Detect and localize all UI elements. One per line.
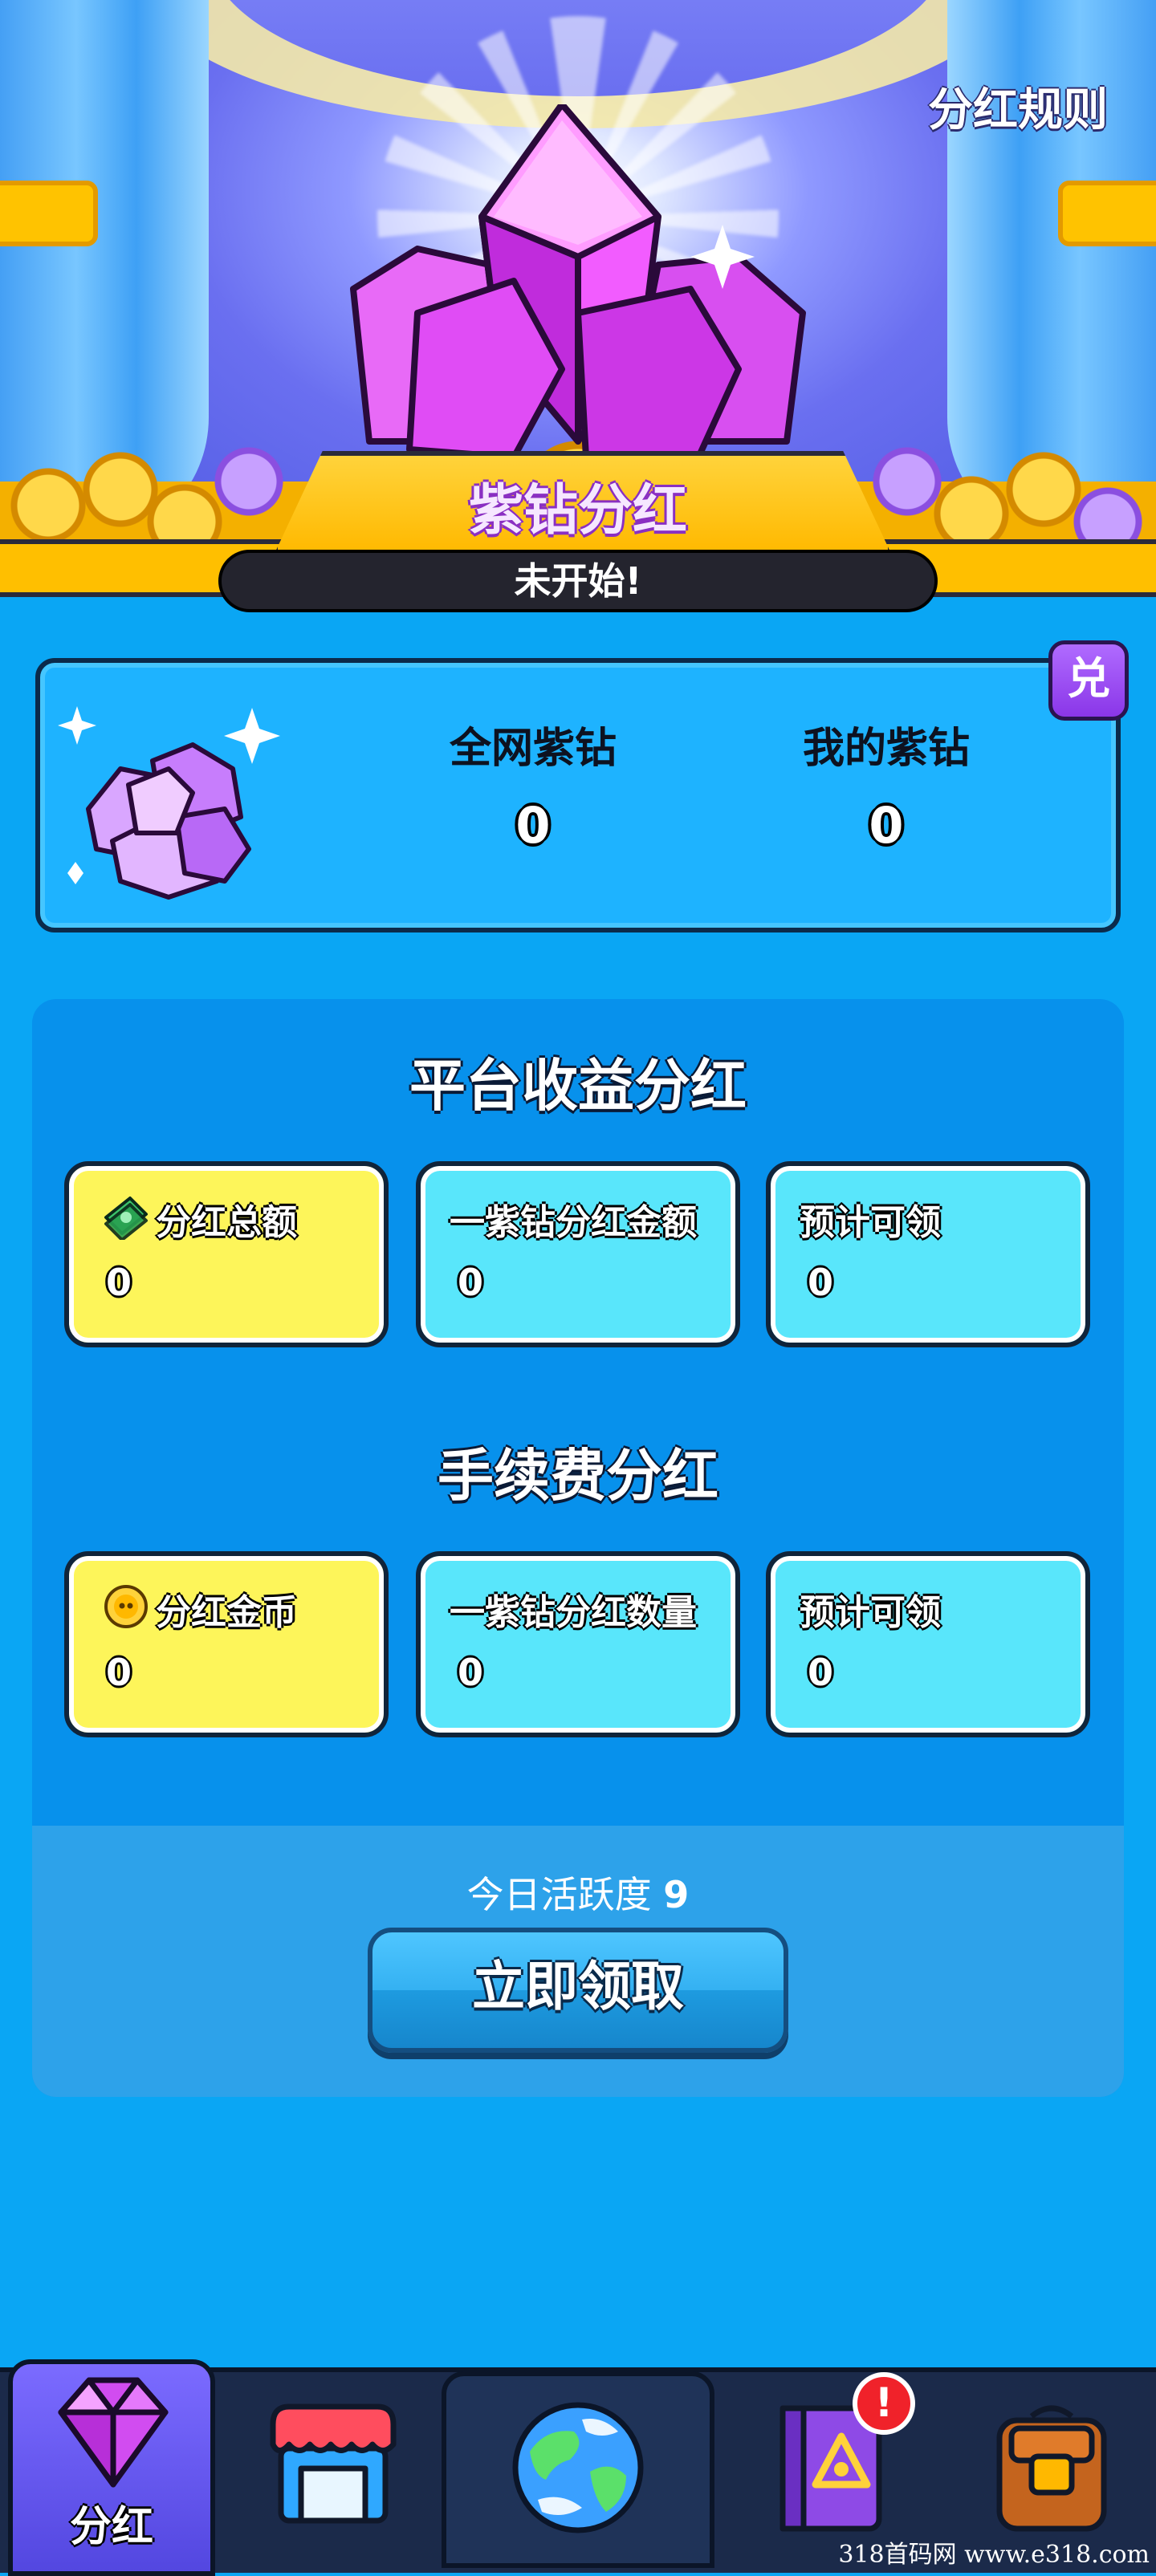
dividend-coins-label: 分红金币: [156, 1592, 297, 1633]
shop-icon: [270, 2403, 397, 2524]
page-title: 紫钻分红: [468, 479, 687, 542]
network-gems-value: 0: [515, 796, 551, 855]
nav-label-dividend: 分红: [69, 2503, 153, 2551]
gem-cluster-icon: [58, 706, 280, 900]
total-dividend-label: 分红总额: [156, 1202, 297, 1243]
daily-activity-label: 今日活跃度: [466, 1873, 652, 1916]
globe-icon: [512, 2402, 644, 2533]
my-gems-label: 我的紫钻: [802, 725, 970, 773]
platform-estimated-tile: 预计可领 0: [766, 1161, 1090, 1347]
platform-dividend-title: 平台收益分红: [409, 1053, 747, 1119]
fee-estimated-label: 预计可领: [800, 1592, 941, 1633]
per-gem-quantity-value: 0: [458, 1651, 484, 1694]
total-dividend-value: 0: [106, 1261, 132, 1304]
dividend-rules-link[interactable]: 分红规则: [928, 74, 1108, 139]
total-dividend-tile: 分红总额 0: [64, 1161, 389, 1347]
nav-item-shop[interactable]: [241, 2371, 450, 2568]
network-gems-label: 全网紫钻: [449, 725, 617, 773]
per-gem-quantity-label: 一紫钻分红数量: [450, 1592, 697, 1633]
daily-activity: 今日活跃度 9: [32, 1866, 1124, 1919]
fee-estimated-tile: 预计可领 0: [766, 1551, 1090, 1737]
per-gem-amount-tile: 一紫钻分红金额 0: [416, 1161, 740, 1347]
platform-estimated-label: 预计可领: [800, 1202, 941, 1243]
dividend-coins-value: 0: [106, 1651, 132, 1694]
platform-estimated-value: 0: [808, 1261, 834, 1304]
notification-badge: !: [853, 2372, 915, 2435]
right-curtain-tie: [1058, 181, 1156, 246]
cash-icon: [104, 1197, 148, 1240]
fee-dividend-title: 手续费分红: [438, 1443, 718, 1509]
watermark-text: 318首码网 www.e318.com: [838, 2541, 1150, 2569]
dividend-coins-tile: 分红金币 0: [64, 1551, 389, 1737]
left-curtain-tie: [0, 181, 98, 246]
per-gem-quantity-tile: 一紫钻分红数量 0: [416, 1551, 740, 1737]
status-badge: 未开始!: [218, 550, 938, 612]
purple-gem-icon: [58, 2377, 169, 2488]
claim-now-button[interactable]: 立即领取: [368, 1928, 788, 2053]
daily-activity-value: 9: [663, 1873, 690, 1916]
per-gem-amount-label: 一紫钻分红金额: [450, 1202, 697, 1243]
exchange-button[interactable]: 兑: [1048, 640, 1129, 721]
backpack-icon: [996, 2405, 1107, 2532]
fee-estimated-value: 0: [808, 1651, 834, 1694]
giant-purple-gem-icon: [350, 104, 806, 461]
dividend-panel: 平台收益分红 分红总额 0 一紫钻分红金额 0 预计可领 0 手续费分红 分红金…: [32, 999, 1124, 2097]
nav-item-dividend[interactable]: 分红: [8, 2359, 215, 2576]
per-gem-amount-value: 0: [458, 1261, 484, 1304]
nav-item-world[interactable]: [474, 2371, 682, 2568]
my-gems-value: 0: [869, 796, 904, 855]
coin-icon: [104, 1585, 148, 1628]
